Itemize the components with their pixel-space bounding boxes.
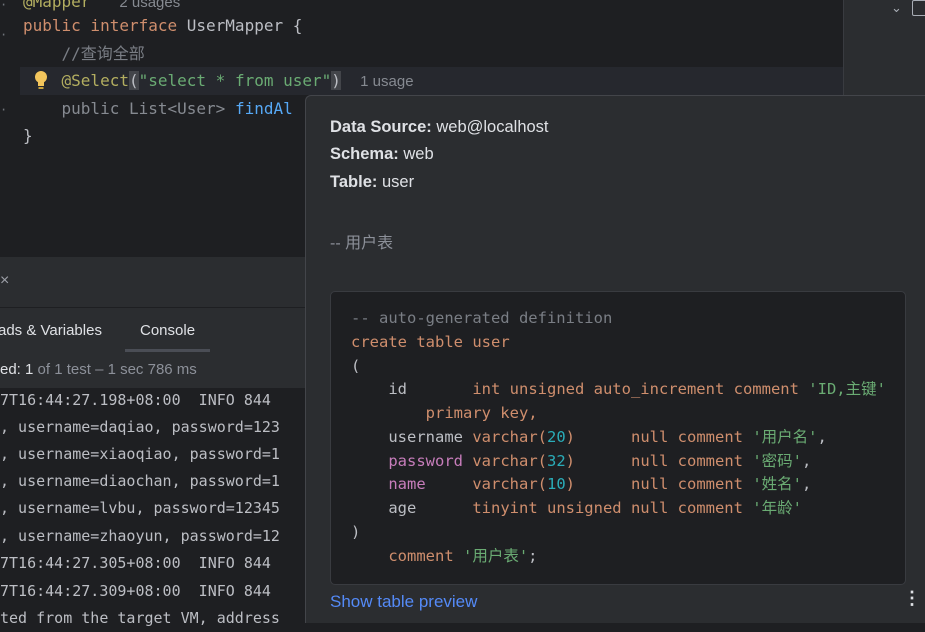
ddl-line: password varchar(32) null comment '密码',	[388, 452, 812, 470]
lightbulb-icon[interactable]	[33, 70, 49, 92]
console-line: , username=lvbu, password=12345	[0, 499, 280, 517]
console-line: 7T16:44:27.198+08:00 INFO 844	[0, 391, 271, 409]
ddl-line: id int unsigned auto_increment comment '…	[388, 380, 886, 398]
ddl-line: )	[351, 523, 361, 541]
more-options-icon[interactable]: ⋮	[903, 588, 921, 609]
ddl-line: name varchar(10) null comment '姓名',	[388, 475, 812, 493]
close-icon[interactable]: ×	[0, 272, 9, 290]
console-line: 7T16:44:27.305+08:00 INFO 844	[0, 554, 271, 572]
code-line-active: @Select("select * from user") 1 usage	[20, 67, 843, 95]
ddl-line: (	[351, 357, 361, 375]
ddl-line: -- auto-generated definition	[351, 309, 613, 327]
console-line: , username=zhaoyun, password=12	[0, 527, 280, 545]
tab-threads-variables[interactable]: ads & Variables	[0, 308, 102, 352]
ddl-line: create table user	[351, 333, 510, 351]
ddl-code-block: -- auto-generated definition create tabl…	[330, 291, 906, 585]
show-table-preview-link[interactable]: Show table preview	[330, 592, 477, 612]
console-line: , username=diaochan, password=1	[0, 472, 280, 490]
gutter-marker: ·	[0, 103, 8, 117]
tab-console[interactable]: Console	[125, 308, 211, 352]
code-line: }	[23, 126, 33, 145]
code-line: public interface UserMapper {	[23, 16, 303, 35]
project-panel: ⌄	[843, 0, 925, 95]
run-tabs: ads & Variables Console	[0, 307, 305, 352]
ddl-line: primary key,	[425, 404, 538, 422]
gutter-marker: ·	[0, 0, 8, 12]
ddl-line: username varchar(20) null comment '用户名',	[388, 428, 827, 446]
folder-icon[interactable]	[912, 0, 925, 16]
data-source-row: Data Source: web@localhost	[330, 118, 549, 136]
chevron-down-icon[interactable]: ⌄	[891, 0, 902, 16]
ddl-line: comment '用户表';	[388, 547, 538, 565]
run-panel: × ads & Variables Console ed: 1 of 1 tes…	[0, 257, 305, 627]
console-line: , username=daqiao, password=123	[0, 418, 280, 436]
code-line: public List<User> findAl	[61, 99, 293, 118]
console-line: ted from the target VM, address	[0, 609, 280, 627]
table-comment: -- 用户表	[330, 235, 394, 252]
run-toolbar: ×	[0, 257, 305, 307]
console-line: , username=xiaoqiao, password=1	[0, 445, 280, 463]
usage-hint[interactable]: 1 usage	[360, 73, 413, 90]
schema-row: Schema: web	[330, 145, 434, 163]
usage-hint[interactable]: 2 usages	[119, 0, 180, 11]
test-status: ed: 1 of 1 test – 1 sec 786 ms	[0, 352, 305, 388]
console-line: 7T16:44:27.309+08:00 INFO 844	[0, 582, 271, 600]
editor-gutter: · · ·	[0, 0, 20, 257]
code-line: //查询全部	[61, 44, 145, 63]
ddl-line: age tinyint unsigned null comment '年龄'	[388, 499, 802, 517]
gutter-marker: ·	[0, 28, 8, 42]
table-info-popup: Data Source: web@localhost Schema: web T…	[305, 95, 925, 623]
table-row: Table: user	[330, 173, 415, 191]
